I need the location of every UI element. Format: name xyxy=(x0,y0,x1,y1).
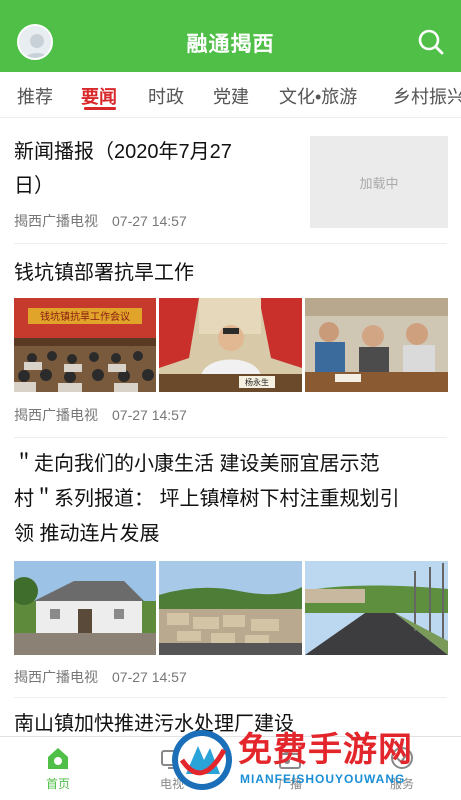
bottom-nav: 首页 电视 广播 服务 xyxy=(0,736,461,800)
article-photo-attendees xyxy=(305,298,448,392)
tab-rural[interactable]: 乡村振兴 xyxy=(393,83,461,109)
article-title: ＂走向我们的小康生活 建设美丽宜居示范 xyxy=(14,453,380,475)
active-tab-indicator xyxy=(84,107,116,110)
nav-service[interactable]: 服务 xyxy=(362,745,442,792)
meeting-banner-text: 钱坑镇抗旱工作会议 xyxy=(40,310,130,323)
category-tabs: 推荐 要闻 时政 党建 文化•旅游 乡村振兴 xyxy=(0,72,461,118)
app-title: 融通揭西 xyxy=(186,33,275,56)
divider xyxy=(14,243,447,244)
tab-recommend[interactable]: 推荐 xyxy=(17,83,53,109)
article-photo-speaker: 杨永生 xyxy=(159,298,302,392)
article-meta: 揭西广播电视 07-27 14:57 xyxy=(14,405,187,425)
article-photo-meeting-hall: 钱坑镇抗旱工作会议 xyxy=(14,298,156,392)
tab-politics[interactable]: 时政 xyxy=(148,83,184,109)
divider xyxy=(14,437,447,438)
nav-home[interactable]: 首页 xyxy=(18,745,98,792)
article-meta: 揭西广播电视 07-27 14:57 xyxy=(14,211,187,231)
article-meta: 揭西广播电视 07-27 14:57 xyxy=(14,667,187,687)
article-title-cont: 领 推动连片发展 xyxy=(14,523,160,545)
service-icon xyxy=(391,747,413,769)
divider xyxy=(14,697,447,698)
search-button[interactable] xyxy=(415,26,447,58)
nav-home-label: 首页 xyxy=(45,777,70,791)
article-title-cont: 日） xyxy=(14,175,54,197)
tab-party[interactable]: 党建 xyxy=(213,83,249,109)
article-time: 07-27 14:57 xyxy=(112,213,187,229)
nav-radio[interactable]: 广播 xyxy=(250,745,330,792)
article-time: 07-27 14:57 xyxy=(112,669,187,685)
article-source: 揭西广播电视 xyxy=(14,407,98,423)
article-time: 07-27 14:57 xyxy=(112,407,187,423)
nav-radio-label: 广播 xyxy=(277,777,302,791)
radio-icon xyxy=(279,747,301,769)
article-title-cont: 村＂系列报道： 坪上镇樟树下村注重规划引 xyxy=(14,488,400,510)
article-source: 揭西广播电视 xyxy=(14,669,98,685)
thumbnail-loading: 加载中 xyxy=(310,136,448,228)
nameplate-text: 杨永生 xyxy=(245,377,269,387)
article-title: 钱坑镇部署抗旱工作 xyxy=(14,262,194,284)
tab-culture-tourism[interactable]: 文化•旅游 xyxy=(279,83,357,109)
article-title: 新闻播报（2020年7月27 xyxy=(14,141,232,163)
home-icon xyxy=(48,748,68,769)
tv-icon xyxy=(161,750,183,769)
search-icon xyxy=(418,29,444,55)
article-photo-village-house xyxy=(14,561,156,655)
article-source: 揭西广播电视 xyxy=(14,213,98,229)
article-photo-road xyxy=(305,561,448,655)
article-photo-stones xyxy=(159,561,302,655)
tab-headlines[interactable]: 要闻 xyxy=(81,83,117,109)
nav-tv[interactable]: 电视 xyxy=(132,745,212,792)
nav-tv-label: 电视 xyxy=(159,777,184,791)
nav-service-label: 服务 xyxy=(389,777,414,791)
top-bar: 融通揭西 xyxy=(0,0,461,72)
